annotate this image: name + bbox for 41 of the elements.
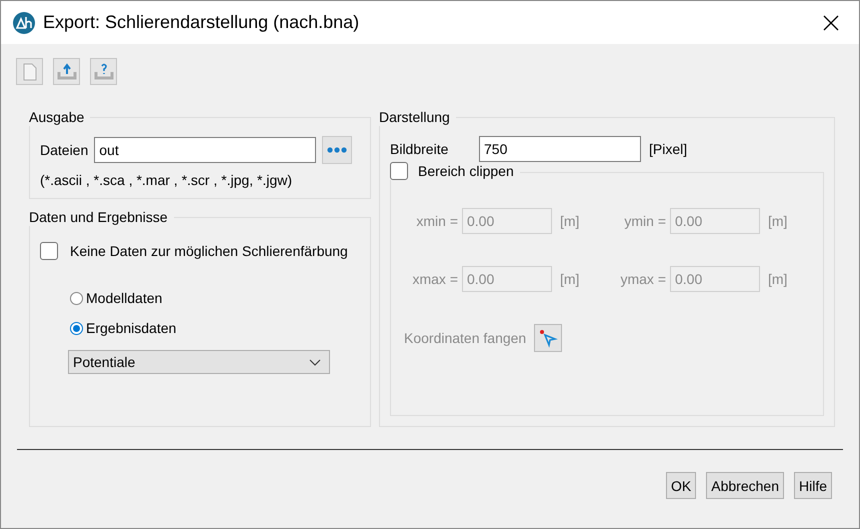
document-icon xyxy=(22,62,36,80)
close-icon xyxy=(823,14,839,30)
coordinate-label: ymin = xyxy=(623,213,666,229)
checkbox-label: Keine Daten zur möglichen Schlierenfärbung xyxy=(70,243,348,259)
coordinate-label: xmin = xyxy=(415,213,458,229)
dialog-button[interactable]: Abbrechen xyxy=(706,472,784,499)
coordinate-label: xmax = xyxy=(411,271,458,287)
capture-label: Koordinaten fangen xyxy=(404,330,526,346)
unit-label: [m] xyxy=(767,213,788,229)
question-tray-icon xyxy=(94,62,114,82)
radio-button[interactable] xyxy=(70,322,83,334)
dialog-button[interactable]: OK xyxy=(666,472,696,499)
unit-label: [m] xyxy=(767,271,788,287)
file-extensions-text: (*.ascii , *.sca , *.mar , *.scr , *.jpg, *.jgw) xyxy=(40,172,294,188)
unit-label: [m] xyxy=(559,271,580,287)
browse-button[interactable] xyxy=(322,136,352,164)
pointer-icon xyxy=(538,328,558,348)
checkbox[interactable] xyxy=(40,242,58,260)
dropdown[interactable]: Potentiale xyxy=(68,350,330,374)
dialog-button[interactable]: Hilfe xyxy=(794,472,832,499)
width-field[interactable]: 750 xyxy=(479,136,641,162)
upload-tray-button[interactable] xyxy=(53,58,80,85)
radio-label: Ergebnisdaten xyxy=(86,320,176,336)
help-tray-button[interactable] xyxy=(90,58,117,85)
coordinate-label: ymax = xyxy=(619,271,666,287)
app-logo-icon xyxy=(13,12,35,34)
unit-label: [Pixel] xyxy=(649,141,688,157)
checkbox-label: Bereich clippen xyxy=(418,163,514,179)
files-field[interactable]: out xyxy=(94,137,316,163)
window-title: Export: Schlierendarstellung (nach.bna) xyxy=(43,12,360,33)
radio-label: Modelldaten xyxy=(86,290,162,306)
radio-button[interactable] xyxy=(70,292,83,304)
field-label: Dateien xyxy=(40,142,88,158)
field-label: Bildbreite xyxy=(390,141,450,157)
checkbox[interactable] xyxy=(390,162,408,180)
new-file-button[interactable] xyxy=(16,58,43,85)
upload-tray-icon xyxy=(56,62,76,82)
chevron-down-icon xyxy=(309,358,321,366)
dots-icon xyxy=(327,147,348,153)
capture-coordinates-button[interactable] xyxy=(534,324,562,352)
unit-label: [m] xyxy=(559,213,580,229)
